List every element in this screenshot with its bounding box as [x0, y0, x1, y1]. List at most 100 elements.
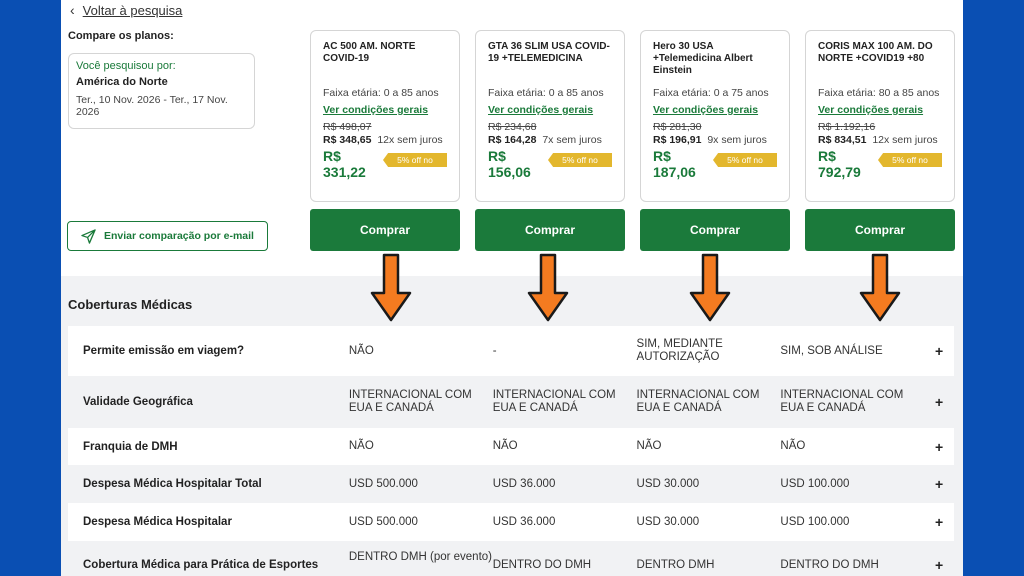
plan-conditions-link[interactable]: Ver condições gerais [653, 104, 777, 116]
plan-price-row: R$ 187,06 5% off no [653, 148, 777, 182]
plan-price: R$ 792,79 [818, 148, 861, 180]
chevron-left-icon: ‹ [70, 2, 75, 18]
email-comparison-label: Enviar comparação por e-mail [104, 230, 254, 242]
plan-old-price: R$ 281,30 [653, 121, 702, 133]
coverage-label: Validade Geográfica [83, 396, 193, 408]
discount-badge: 5% off no [383, 153, 447, 167]
coverage-row[interactable]: Despesa Médica Hospitalar USD 500.000 US… [68, 503, 954, 541]
plan-installment-terms: 12x sem juros [377, 134, 443, 146]
down-arrow-icon [370, 253, 412, 322]
plan-installments: R$ 164,28 7x sem juros [488, 134, 612, 146]
coverage-row[interactable]: Despesa Médica Hospitalar Total USD 500.… [68, 465, 954, 503]
coverage-label: Cobertura Médica para Prática de Esporte… [83, 559, 319, 571]
coverage-value: INTERNACIONAL COM EUA E CANADÁ [348, 389, 472, 414]
expand-plus-icon[interactable]: + [924, 394, 954, 410]
expand-plus-icon[interactable]: + [924, 514, 954, 530]
coverage-value: NÃO [780, 440, 806, 452]
plan-age-range: Faixa etária: 0 a 75 anos [653, 87, 769, 99]
coverage-label: Despesa Médica Hospitalar Total [83, 478, 262, 490]
coverage-value: NÃO [636, 440, 662, 452]
plan-age-range: Faixa etária: 0 a 85 anos [323, 87, 439, 99]
plan-installment-terms: 12x sem juros [872, 134, 938, 146]
coverage-value: NÃO [348, 440, 374, 452]
plan-installment-value: R$ 196,91 [653, 134, 702, 146]
coverage-value: SIM, SOB ANÁLISE [780, 344, 883, 357]
plan-old-price: R$ 234,68 [488, 121, 537, 133]
coverage-row[interactable]: Cobertura Médica para Prática de Esporte… [68, 543, 954, 576]
expand-plus-icon[interactable]: + [924, 551, 954, 573]
plan-card: AC 500 AM. NORTE COVID-19 Faixa etária: … [310, 30, 460, 202]
down-arrow-icon [527, 253, 569, 322]
coverage-value: USD 500.000 [348, 477, 418, 490]
expand-plus-icon[interactable]: + [924, 439, 954, 455]
plan-price-row: R$ 331,22 5% off no [323, 148, 447, 182]
plan-price-row: R$ 156,06 5% off no [488, 148, 612, 182]
plan-installment-value: R$ 834,51 [818, 134, 867, 146]
coverage-value: NÃO [348, 344, 374, 357]
email-comparison-button[interactable]: Enviar comparação por e-mail [67, 221, 268, 251]
coverage-value: SIM, MEDIANTE AUTORIZAÇÃO [636, 338, 723, 363]
coverage-value: DENTRO DO DMH [780, 559, 879, 571]
plan-conditions-link[interactable]: Ver condições gerais [488, 104, 612, 116]
coverage-value: INTERNACIONAL COM EUA E CANADÁ [780, 389, 904, 414]
plan-card: Hero 30 USA +Telemedicina Albert Einstei… [640, 30, 790, 202]
plan-conditions-link[interactable]: Ver condições gerais [818, 104, 942, 116]
plan-age-range: Faixa etária: 0 a 85 anos [488, 87, 604, 99]
buy-button[interactable]: Comprar [805, 209, 955, 251]
coverage-value: USD 100.000 [780, 515, 850, 528]
coverage-value: DENTRO DMH (por evento) [348, 551, 492, 563]
coverage-value: USD 36.000 [492, 477, 556, 490]
plan-price: R$ 331,22 [323, 148, 366, 180]
plan-installment-value: R$ 348,65 [323, 134, 372, 146]
coverage-row[interactable]: Franquia de DMH NÃO NÃO NÃO NÃO + [68, 428, 954, 465]
plan-installments: R$ 834,51 12x sem juros [818, 134, 942, 146]
coverage-value: - [492, 344, 497, 357]
buy-button[interactable]: Comprar [640, 209, 790, 251]
coverage-label: Despesa Médica Hospitalar [83, 516, 232, 528]
plan-installment-value: R$ 164,28 [488, 134, 537, 146]
down-arrow-icon [859, 253, 901, 322]
coverage-row[interactable]: Validade Geográfica INTERNACIONAL COM EU… [68, 376, 954, 428]
discount-badge: 5% off no [878, 153, 942, 167]
search-summary-label: Você pesquisou por: [76, 60, 176, 72]
discount-badge: 5% off no [713, 153, 777, 167]
coverage-value: USD 100.000 [780, 477, 850, 490]
coverage-value: USD 30.000 [636, 515, 700, 528]
coverage-value: USD 500.000 [348, 515, 418, 528]
buy-button[interactable]: Comprar [310, 209, 460, 251]
plan-price-row: R$ 792,79 5% off no [818, 148, 942, 182]
plan-age-range: Faixa etária: 80 a 85 anos [818, 87, 940, 99]
plan-name: AC 500 AM. NORTE COVID-19 [323, 41, 416, 64]
down-arrow-icon [689, 253, 731, 322]
expand-plus-icon[interactable]: + [924, 476, 954, 492]
coverage-title: Coberturas Médicas [68, 297, 193, 312]
plan-price: R$ 187,06 [653, 148, 696, 180]
back-link[interactable]: ‹ Voltar à pesquisa [70, 2, 182, 18]
plan-installments: R$ 196,91 9x sem juros [653, 134, 777, 146]
coverage-value: DENTRO DMH [636, 559, 715, 571]
discount-badge: 5% off no [548, 153, 612, 167]
search-dates: Ter., 10 Nov. 2026 - Ter., 17 Nov. 2026 [76, 94, 228, 118]
compare-title: Compare os planos: [68, 30, 174, 42]
plan-name: CORIS MAX 100 AM. DO NORTE +COVID19 +80 [818, 41, 933, 64]
plan-price: R$ 156,06 [488, 148, 531, 180]
plan-old-price: R$ 1.192,16 [818, 121, 876, 133]
plan-conditions-link[interactable]: Ver condições gerais [323, 104, 447, 116]
search-summary: Você pesquisou por: América do Norte Ter… [68, 53, 255, 129]
plan-installment-terms: 7x sem juros [542, 134, 602, 146]
coverage-value: USD 36.000 [492, 515, 556, 528]
plan-card: CORIS MAX 100 AM. DO NORTE +COVID19 +80 … [805, 30, 955, 202]
coverage-value: USD 30.000 [636, 477, 700, 490]
plan-name: GTA 36 SLIM USA COVID-19 +TELEMEDICINA [488, 41, 610, 64]
coverage-row[interactable]: Permite emissão em viagem? NÃO - SIM, ME… [68, 326, 954, 376]
coverage-label: Franquia de DMH [83, 440, 178, 453]
send-icon [81, 228, 96, 244]
expand-plus-icon[interactable]: + [924, 343, 954, 359]
back-link-label: Voltar à pesquisa [82, 2, 183, 18]
search-destination: América do Norte [76, 76, 168, 88]
buy-button[interactable]: Comprar [475, 209, 625, 251]
plan-name: Hero 30 USA +Telemedicina Albert Einstei… [653, 41, 753, 76]
coverage-value: INTERNACIONAL COM EUA E CANADÁ [636, 389, 760, 414]
plan-installment-terms: 9x sem juros [707, 134, 767, 146]
plan-installments: R$ 348,65 12x sem juros [323, 134, 447, 146]
